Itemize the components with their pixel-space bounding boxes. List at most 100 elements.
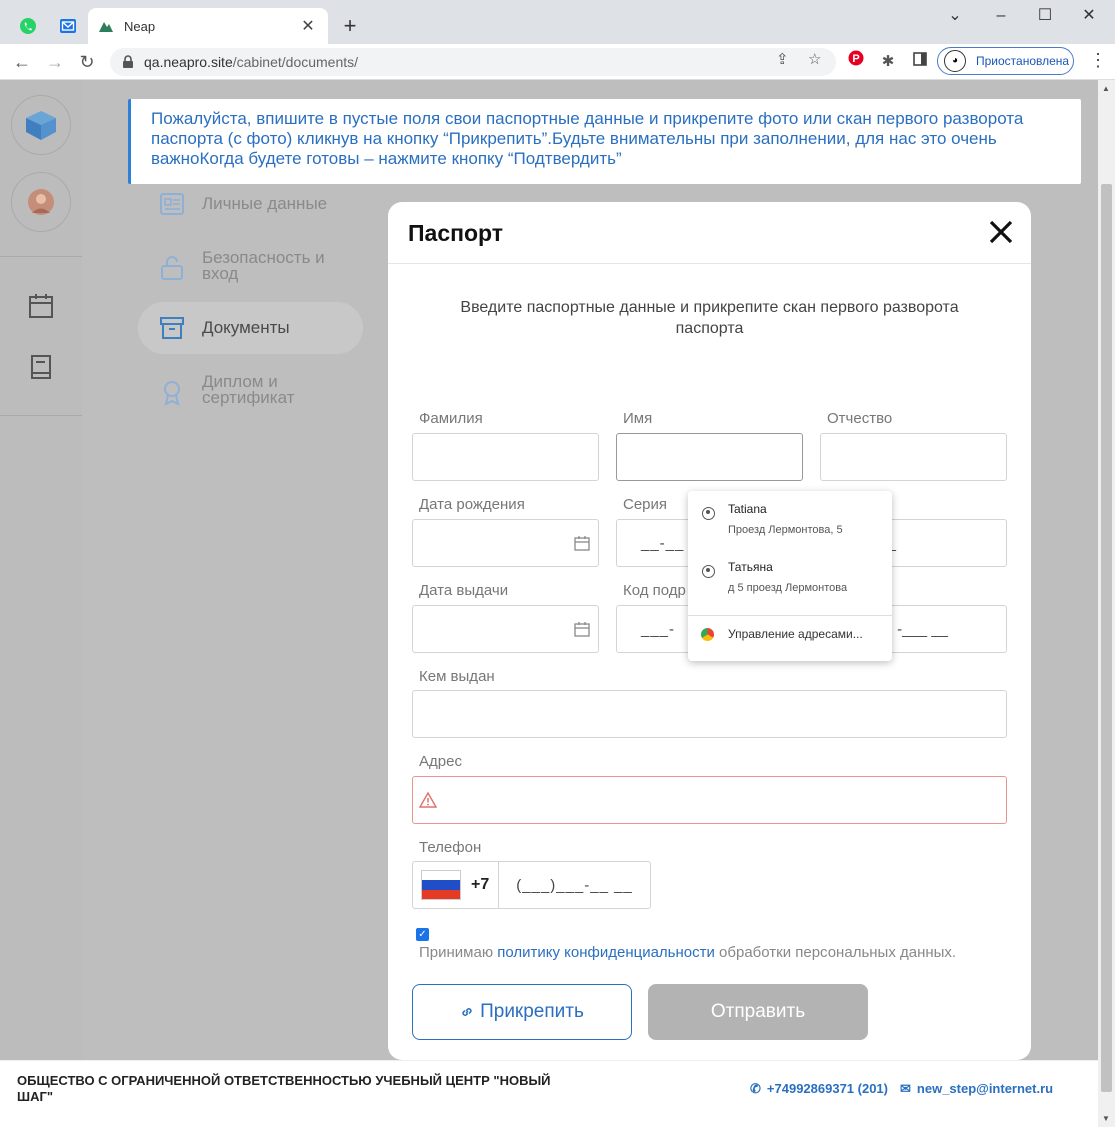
reload-icon[interactable]: ↻	[75, 50, 99, 74]
person-icon	[702, 507, 715, 520]
page-scrollbar[interactable]: ▲ ▼	[1098, 80, 1115, 1127]
link-icon	[462, 1008, 472, 1016]
calendar-icon[interactable]	[574, 621, 590, 637]
phone-input[interactable]: (___)___-__ __	[499, 861, 651, 909]
whatsapp-tab[interactable]	[12, 10, 44, 42]
issue-date-label: Дата выдачи	[419, 582, 509, 599]
minimize-button[interactable]: –	[987, 6, 1015, 26]
back-icon[interactable]: ←	[10, 50, 34, 74]
phone-icon: ✆	[750, 1081, 761, 1096]
page-viewport: Пожалуйста, впишите в пустые поля свои п…	[0, 80, 1098, 1127]
name-label: Имя	[623, 410, 653, 427]
autofill-divider	[688, 615, 892, 616]
calendar-icon[interactable]	[27, 292, 55, 320]
autofill-address: Проезд Лермонтова, 5	[728, 524, 843, 536]
send-button[interactable]: Отправить	[648, 984, 868, 1040]
autofill-address: д 5 проезд Лермонтова	[728, 582, 848, 594]
logo-button[interactable]	[11, 95, 71, 155]
menu-item-documents[interactable]: Документы	[138, 302, 363, 354]
profile-button[interactable]: ◕ Приостановлена	[937, 47, 1074, 75]
rail-divider	[0, 256, 82, 257]
forward-icon[interactable]: →	[43, 50, 67, 74]
warning-icon	[419, 792, 437, 808]
tab-search-icon[interactable]: ⌄	[941, 6, 969, 26]
user-avatar[interactable]	[11, 172, 71, 232]
unlock-icon	[161, 256, 183, 280]
svg-text:P: P	[852, 53, 859, 65]
autofill-dropdown: Tatiana Проезд Лермонтова, 5 Татьяна д 5…	[688, 491, 892, 661]
scroll-down-icon[interactable]: ▼	[1102, 1114, 1110, 1123]
menu-item-label: Безопасность и вход	[202, 248, 325, 283]
surname-input[interactable]	[412, 433, 599, 481]
book-icon[interactable]	[27, 353, 55, 381]
tab-title: Neap	[124, 18, 156, 34]
pinterest-icon[interactable]: P	[844, 50, 868, 74]
modal-header: Паспорт	[388, 202, 1031, 264]
close-window-button[interactable]: ✕	[1075, 6, 1103, 26]
share-icon[interactable]: ⇪	[776, 50, 789, 68]
side-panel-icon[interactable]	[908, 50, 932, 74]
maximize-button[interactable]: ☐	[1031, 6, 1059, 26]
app-left-rail	[0, 80, 82, 1060]
browser-tab-strip: Neap ✕ + ⌄ – ☐ ✕	[0, 0, 1115, 44]
menu-item-personal[interactable]: Личные данные	[138, 178, 363, 230]
autofill-name: Татьяна	[728, 560, 773, 574]
close-icon[interactable]	[988, 219, 1014, 245]
name-input[interactable]	[616, 433, 803, 481]
footer-phone-link[interactable]: ✆ +74992869371 (201)	[750, 1081, 888, 1097]
attach-button[interactable]: Прикрепить	[412, 984, 632, 1040]
menu-item-diploma[interactable]: Диплом и сертификат	[138, 364, 363, 416]
lock-icon	[123, 55, 133, 68]
tab-neap[interactable]: Neap ✕	[88, 8, 328, 44]
country-code-select[interactable]: +7	[412, 861, 499, 909]
consent-checkbox[interactable]: ✓	[416, 928, 429, 941]
award-ribbon-icon	[164, 381, 180, 406]
chrome-icon	[701, 628, 714, 641]
extensions-icon[interactable]: ✱	[876, 50, 900, 74]
autofill-suggestion[interactable]: Татьяна д 5 проезд Лермонтова	[688, 549, 892, 605]
birthdate-label: Дата рождения	[419, 496, 525, 513]
address-bar[interactable]: qa.neapro.site/cabinet/documents/	[110, 48, 836, 76]
browser-menu-icon[interactable]: ⋮	[1089, 50, 1107, 71]
id-card-icon	[160, 193, 184, 215]
menu-item-label: Документы	[202, 318, 290, 337]
division-code-mask-right: -___ __	[897, 620, 948, 638]
menu-item-security[interactable]: Безопасность и вход	[138, 240, 363, 292]
division-code-mask: ___-	[641, 620, 676, 638]
footer-email-link[interactable]: ✉ new_step@internet.ru	[900, 1081, 1069, 1097]
calendar-icon[interactable]	[574, 535, 590, 551]
issue-date-input[interactable]	[412, 605, 599, 653]
series-label: Серия	[623, 496, 668, 513]
menu-item-label: Диплом и сертификат	[202, 372, 295, 407]
modal-subtitle: Введите паспортные данные и прикрепите с…	[460, 299, 959, 337]
send-button-label: Отправить	[710, 1001, 806, 1022]
archive-box-icon	[160, 317, 184, 339]
site-footer: ОБЩЕСТВО С ОГРАНИЧЕННОЙ ОТВЕТСТВЕННОСТЬЮ…	[0, 1060, 1098, 1127]
bookmark-star-icon[interactable]: ☆	[808, 50, 821, 68]
autofill-suggestion[interactable]: Tatiana Проезд Лермонтова, 5	[688, 491, 892, 547]
instruction-notice: Пожалуйста, впишите в пустые поля свои п…	[128, 99, 1081, 184]
birthdate-input[interactable]	[412, 519, 599, 567]
avatar-photo-icon	[28, 189, 54, 215]
new-tab-button[interactable]: +	[338, 14, 362, 38]
manage-addresses-link[interactable]: Управление адресами...	[728, 627, 863, 641]
mail-tab[interactable]	[52, 10, 84, 42]
consent-prefix: Принимаю	[419, 944, 498, 961]
profile-avatar-icon: ◕	[944, 50, 966, 72]
issued-by-input[interactable]	[412, 690, 1007, 738]
scroll-up-icon[interactable]: ▲	[1102, 84, 1110, 93]
cube-logo-icon	[26, 111, 56, 140]
scroll-thumb[interactable]	[1101, 184, 1112, 1092]
privacy-policy-link[interactable]: политику конфиденциальности	[497, 944, 715, 961]
tab-close-icon[interactable]: ✕	[298, 16, 318, 36]
autofill-name: Tatiana	[728, 502, 767, 516]
url-text: qa.neapro.site/cabinet/documents/	[144, 54, 358, 70]
address-input[interactable]	[412, 776, 1007, 824]
patronymic-input[interactable]	[820, 433, 1007, 481]
neap-logo-icon	[99, 22, 113, 32]
url-path: /cabinet/documents/	[232, 54, 359, 70]
phone-country-code: +7	[471, 876, 490, 893]
phone-label: Телефон	[419, 839, 482, 856]
attach-button-label: Прикрепить	[480, 1001, 584, 1022]
mail-icon	[60, 19, 76, 33]
